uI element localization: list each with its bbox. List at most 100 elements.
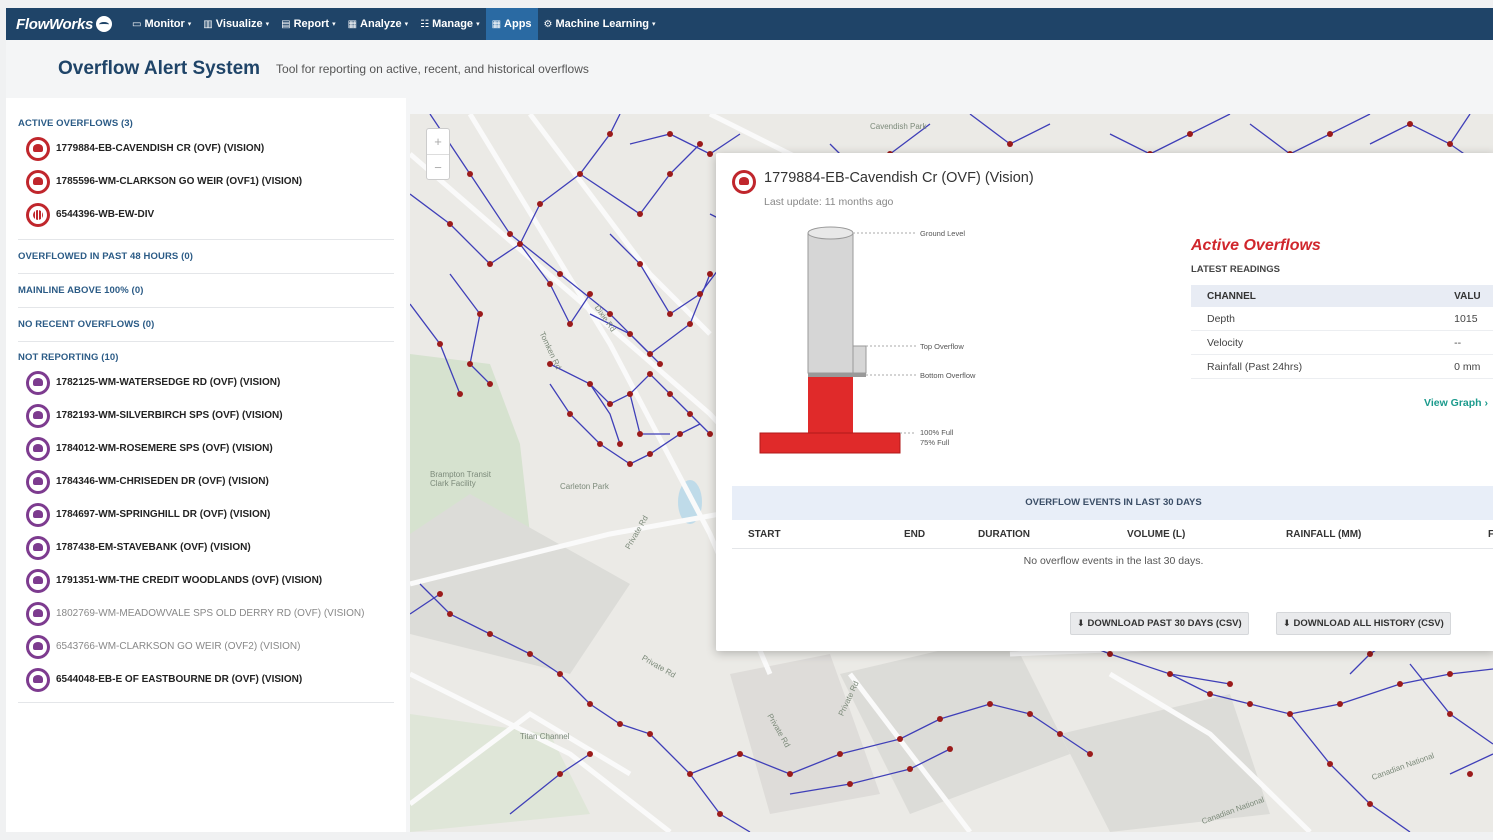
nav-manage[interactable]: ☷ Manage ▾ — [414, 8, 485, 40]
nav-analyze-label: Analyze — [360, 18, 402, 30]
nav-monitor-label: Monitor — [144, 18, 185, 30]
not-reporting-pin-icon — [26, 535, 50, 560]
end-column-header[interactable]: END — [904, 529, 925, 540]
caret-down-icon: ▾ — [187, 21, 192, 28]
nav-visualize[interactable]: ▥ Visualize ▾ — [197, 8, 275, 40]
download-30-label: DOWNLOAD PAST 30 DAYS (CSV) — [1087, 618, 1242, 629]
no-recent-title[interactable]: NO RECENT OVERFLOWS (0) — [18, 319, 154, 330]
reading-row: Velocity -- — [1191, 331, 1493, 355]
full100-label: 100% Full — [920, 428, 954, 437]
rainfall-column-header[interactable]: RAINFALL (MM) — [1286, 529, 1361, 540]
overflow-pin-icon — [732, 170, 756, 194]
download-all-history-button[interactable]: ⬇ DOWNLOAD ALL HISTORY (CSV) — [1276, 612, 1451, 635]
view-graph-link[interactable]: View Graph › — [1424, 397, 1488, 409]
reading-value: 1015 — [1454, 312, 1478, 325]
map-label: Carleton Park — [560, 482, 609, 491]
sliders-icon: ☷ — [420, 18, 430, 30]
site-item[interactable]: 1782193-WM-SILVERBIRCH SPS (OVF) (VISION… — [18, 399, 394, 432]
site-item[interactable]: 1779884-EB-CAVENDISH CR (OVF) (VISION) — [18, 132, 394, 165]
value-column-header: VALU — [1454, 290, 1481, 302]
not-reporting-pin-icon — [26, 436, 50, 461]
reading-channel: Velocity — [1207, 336, 1244, 349]
nav-visualize-label: Visualize — [215, 18, 263, 30]
site-item[interactable]: 1785596-WM-CLARKSON GO WEIR (OVF1) (VISI… — [18, 165, 394, 198]
site-name: 1784697-WM-SPRINGHILL DR (OVF) (VISION) — [56, 509, 271, 520]
no-events-message: No overflow events in the last 30 days. — [1023, 555, 1204, 567]
readings-table: CHANNEL VALU Depth 1015 Velocity -- Rain… — [1191, 285, 1493, 379]
channel-column-header: CHANNEL — [1207, 290, 1256, 302]
overflow-weir — [852, 345, 867, 374]
zoom-in-button[interactable]: + — [427, 129, 449, 154]
nav-manage-label: Manage — [432, 18, 474, 30]
report-icon: ▤ — [281, 18, 291, 30]
site-item[interactable]: 1784012-WM-ROSEMERE SPS (OVF) (VISION) — [18, 432, 394, 465]
not-reporting-title[interactable]: NOT REPORTING (10) — [18, 352, 394, 366]
site-item[interactable]: 1784697-WM-SPRINGHILL DR (OVF) (VISION) — [18, 498, 394, 531]
site-detail-popup: 1779884-EB-Cavendish Cr (OVF) (Vision) L… — [716, 153, 1493, 651]
not-reporting-pin-icon — [26, 634, 50, 659]
download-icon: ⬇ — [1077, 618, 1085, 628]
start-column-header[interactable]: START — [748, 529, 781, 540]
latest-readings-heading: LATEST READINGS — [1191, 264, 1281, 275]
full75-label: 75% Full — [920, 438, 950, 447]
caret-down-icon: ▾ — [265, 21, 270, 28]
overflow-pin-icon — [26, 169, 50, 194]
site-item[interactable]: 6544396-WB-EW-DIV — [18, 198, 394, 231]
flowworks-logo-icon — [96, 16, 113, 32]
chamber-empty — [807, 232, 854, 374]
no-recent-section: NO RECENT OVERFLOWS (0) — [18, 308, 394, 342]
nav-monitor[interactable]: ▭ Monitor ▾ — [126, 8, 197, 40]
nav-apps[interactable]: ▦ Apps — [485, 8, 538, 40]
page-title: Overflow Alert System — [58, 58, 261, 79]
diversion-pin-icon — [26, 202, 50, 227]
volume-column-header[interactable]: VOLUME (L) — [1127, 529, 1185, 540]
site-name: 1802769-WM-MEADOWVALE SPS OLD DERRY RD (… — [56, 608, 365, 619]
mainline-title[interactable]: MAINLINE ABOVE 100% (0) — [18, 285, 143, 296]
nav-report[interactable]: ▤ Report ▾ — [275, 8, 341, 40]
not-reporting-pin-icon — [26, 370, 50, 395]
overflow-gauge: Ground Level Top Overflow Bottom Overflo… — [756, 219, 1006, 464]
events-heading: OVERFLOW EVENTS IN LAST 30 DAYS — [732, 486, 1493, 520]
site-item[interactable]: 6544048-EB-E OF EASTBOURNE DR (OVF) (VIS… — [18, 663, 394, 696]
not-reporting-section: NOT REPORTING (10) 1782125-WM-WATERSEDGE… — [18, 342, 394, 703]
past48-title[interactable]: OVERFLOWED IN PAST 48 HOURS (0) — [18, 251, 193, 262]
site-item[interactable]: 1802769-WM-MEADOWVALE SPS OLD DERRY RD (… — [18, 597, 394, 630]
reading-value: 0 mm — [1454, 360, 1481, 373]
duration-column-header[interactable]: DURATION — [978, 529, 1030, 540]
not-reporting-pin-icon — [26, 568, 50, 593]
bottom-overflow-label: Bottom Overflow — [920, 371, 976, 380]
page-header: Overflow Alert System Tool for reporting… — [6, 40, 1493, 98]
grid-icon: ▦ — [491, 18, 502, 30]
app-page: FlowWorks ▭ Monitor ▾ ▥ Visualize ▾ ▤ Re… — [6, 8, 1493, 832]
map-label: Cavendish Park — [870, 122, 927, 131]
zoom-out-button[interactable]: − — [427, 154, 449, 179]
not-reporting-pin-icon — [26, 403, 50, 428]
site-item[interactable]: 1782125-WM-WATERSEDGE RD (OVF) (VISION) — [18, 366, 394, 399]
nav-analyze[interactable]: ▦ Analyze ▾ — [342, 8, 415, 40]
map-label: Brampton Transit Clark Facility — [430, 470, 491, 488]
site-name: 1784012-WM-ROSEMERE SPS (OVF) (VISION) — [56, 443, 273, 454]
nav-report-label: Report — [293, 18, 330, 30]
site-name: 1787438-EM-STAVEBANK (OVF) (VISION) — [56, 542, 251, 553]
table-icon: ▦ — [347, 18, 358, 30]
nav-ml-label: Machine Learning — [555, 18, 650, 30]
top-overflow-label: Top Overflow — [920, 342, 964, 351]
not-reporting-pin-icon — [26, 601, 50, 626]
download-30-days-button[interactable]: ⬇ DOWNLOAD PAST 30 DAYS (CSV) — [1070, 612, 1249, 635]
brand-logo[interactable]: FlowWorks — [6, 16, 126, 33]
extra-column-header[interactable]: F — [1488, 529, 1493, 540]
caret-down-icon: ▾ — [476, 21, 480, 28]
brain-icon: ⚙ — [543, 18, 553, 30]
site-item[interactable]: 6543766-WM-CLARKSON GO WEIR (OVF2) (VISI… — [18, 630, 394, 663]
nav-machine-learning[interactable]: ⚙ Machine Learning ▾ — [538, 8, 662, 40]
popup-title: 1779884-EB-Cavendish Cr (OVF) (Vision) — [764, 170, 1034, 186]
site-item[interactable]: 1784346-WM-CHRISEDEN DR (OVF) (VISION) — [18, 465, 394, 498]
active-overflows-title[interactable]: ACTIVE OVERFLOWS (3) — [18, 118, 394, 132]
nav-menu: ▭ Monitor ▾ ▥ Visualize ▾ ▤ Report ▾ ▦ A… — [126, 8, 662, 40]
site-name: 1782125-WM-WATERSEDGE RD (OVF) (VISION) — [56, 377, 281, 388]
site-name: 1784346-WM-CHRISEDEN DR (OVF) (VISION) — [56, 476, 269, 487]
site-item[interactable]: 1791351-WM-THE CREDIT WOODLANDS (OVF) (V… — [18, 564, 394, 597]
site-item[interactable]: 1787438-EM-STAVEBANK (OVF) (VISION) — [18, 531, 394, 564]
active-overflows-heading: Active Overflows — [1191, 237, 1321, 254]
overflow-pin-icon — [26, 136, 50, 161]
